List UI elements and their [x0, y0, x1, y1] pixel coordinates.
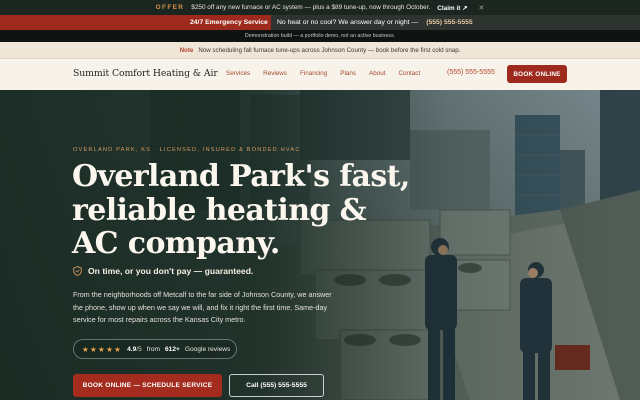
- brand-logo[interactable]: Summit Comfort Heating & Air: [73, 68, 218, 79]
- guarantee: On time, or you don't pay — guaranteed.: [73, 266, 253, 276]
- hero-headline: Overland Park's fast, reliable heating &…: [72, 159, 410, 261]
- hero-eyebrow: OVERLAND PARK, KS · LICENSED, INSURED & …: [73, 147, 301, 153]
- shield-icon: [73, 266, 82, 276]
- nav-link-plans[interactable]: Plans: [340, 70, 356, 77]
- hero-description: From the neighborhoods off Metcalf to th…: [73, 290, 332, 325]
- emergency-details: No heat or no cool? We answer day or nig…: [271, 15, 640, 30]
- emergency-bar: 24/7 Emergency Service No heat or no coo…: [0, 15, 640, 30]
- nav-link-contact[interactable]: Contact: [399, 70, 421, 77]
- offer-bar: OFFER $250 off any new furnace or AC sys…: [0, 0, 640, 15]
- note-label: Note: [179, 46, 194, 54]
- rating-score: 4.9/5: [127, 346, 142, 353]
- rating-stars: ★★★★★: [82, 344, 123, 354]
- rating-count-prefix: from: [146, 345, 160, 353]
- demo-notice: Demonstration build — a portfolio demo, …: [0, 30, 640, 42]
- claim-offer-link[interactable]: Claim it ↗: [437, 4, 467, 12]
- rating-badge[interactable]: ★★★★★ 4.9/5 from 612+ Google reviews: [73, 339, 237, 359]
- rating-score-suffix: /5: [136, 345, 142, 353]
- nav-link-services[interactable]: Services: [226, 70, 250, 77]
- emergency-phone-link[interactable]: (555) 555-5555: [426, 19, 472, 26]
- offer-message: $250 off any new furnace or AC system — …: [191, 4, 431, 11]
- book-online-button[interactable]: BOOK ONLINE: [507, 65, 567, 83]
- main-nav: Services Reviews Financing Plans About C…: [226, 70, 420, 77]
- offer-tag: OFFER: [155, 4, 185, 11]
- schedule-service-button[interactable]: BOOK ONLINE — SCHEDULE SERVICE: [73, 374, 222, 397]
- site-header: Summit Comfort Heating & Air Services Re…: [0, 59, 640, 90]
- guarantee-text: On time, or you don't pay — guaranteed.: [88, 266, 254, 276]
- emergency-title: 24/7 Emergency Service: [190, 19, 268, 26]
- nav-link-reviews[interactable]: Reviews: [263, 70, 287, 77]
- nav-link-about[interactable]: About: [369, 70, 385, 77]
- nav-link-financing[interactable]: Financing: [300, 70, 327, 77]
- note-text: Now scheduling fall furnace tune-ups acr…: [198, 46, 461, 54]
- emergency-message: No heat or no cool? We answer day or nig…: [277, 19, 419, 26]
- header-phone-link[interactable]: (555) 555-5555: [447, 69, 495, 76]
- hero-section: OVERLAND PARK, KS · LICENSED, INSURED & …: [0, 90, 640, 400]
- rating-count: 612+: [164, 345, 180, 353]
- note-bar: Note Now scheduling fall furnace tune-up…: [0, 42, 640, 59]
- rating-count-suffix: Google reviews: [184, 345, 231, 353]
- rating-score-value: 4.9: [127, 345, 137, 353]
- close-icon[interactable]: ✕: [478, 4, 484, 12]
- call-phone-button[interactable]: Call (555) 555-5555: [229, 374, 324, 397]
